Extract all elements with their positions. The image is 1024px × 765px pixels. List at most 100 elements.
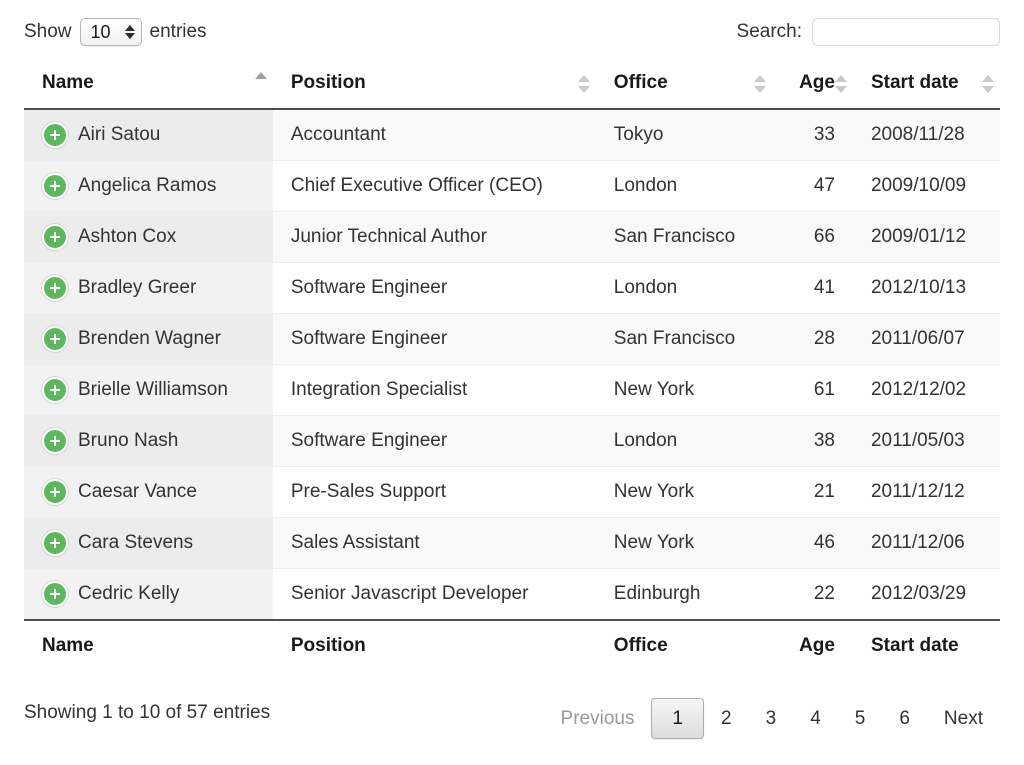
- name-cell-content: Cedric Kelly: [42, 581, 255, 607]
- cell-position: Integration Specialist: [272, 364, 596, 416]
- column-header-position-label: Position: [290, 72, 366, 93]
- table-row[interactable]: Caesar Vance Pre-Sales Support New York 21 2…: [24, 466, 1000, 518]
- plus-circle-icon[interactable]: [42, 173, 68, 199]
- column-header-age[interactable]: Age: [772, 62, 853, 110]
- show-label: Show: [24, 21, 72, 42]
- plus-circle-icon[interactable]: [42, 224, 68, 250]
- cell-name: Cedric Kelly: [24, 568, 273, 621]
- entries-length-control: Show 10 entries: [24, 18, 207, 46]
- column-header-office[interactable]: Office: [595, 62, 773, 110]
- plus-circle-icon[interactable]: [42, 428, 68, 454]
- cell-office: Tokyo: [595, 109, 773, 161]
- cell-age: 61: [772, 364, 853, 416]
- table-row[interactable]: Cedric Kelly Senior Javascript Developer E…: [24, 568, 1000, 621]
- column-header-office-label: Office: [613, 72, 668, 93]
- chevron-down-icon: [124, 33, 135, 39]
- sort-both-icon: [577, 75, 590, 93]
- sort-both-icon: [982, 75, 994, 93]
- cell-position: Junior Technical Author: [272, 211, 596, 263]
- name-cell-content: Bruno Nash: [42, 428, 255, 454]
- plus-circle-icon[interactable]: [42, 275, 68, 301]
- plus-circle-icon[interactable]: [42, 326, 68, 352]
- pagination-next[interactable]: Next: [927, 700, 1000, 737]
- cell-name-text: Airi Satou: [78, 124, 161, 145]
- plus-circle-icon[interactable]: [42, 122, 68, 148]
- plus-circle-icon[interactable]: [42, 479, 68, 505]
- cell-office: London: [595, 160, 773, 212]
- sort-both-icon: [834, 75, 847, 93]
- chevron-up-icon: [124, 25, 135, 31]
- footer-header-position: Position: [290, 635, 366, 656]
- cell-age: 46: [772, 517, 853, 569]
- table-row[interactable]: Airi Satou Accountant Tokyo 33 2008/11/28: [24, 109, 1000, 161]
- cell-name: Angelica Ramos: [24, 160, 273, 212]
- datatable-page: Show 10 entries Search: Name Position Of…: [0, 0, 1024, 765]
- cell-office: New York: [595, 364, 773, 416]
- footer-header-name: Name: [42, 635, 94, 656]
- plus-circle-icon[interactable]: [42, 581, 68, 607]
- column-header-name[interactable]: Name: [24, 62, 273, 110]
- search-label: Search:: [736, 21, 802, 42]
- cell-start: 2009/01/12: [852, 211, 1000, 263]
- table-info: Showing 1 to 10 of 57 entries: [24, 702, 271, 723]
- table-foot: Name Position Office Age Start date: [24, 620, 1000, 667]
- name-cell-content: Ashton Cox: [42, 224, 255, 250]
- cell-office: Edinburgh: [595, 568, 773, 621]
- entries-length-value: 10: [90, 22, 111, 42]
- cell-age: 38: [772, 415, 853, 467]
- cell-start: 2008/11/28: [852, 109, 1000, 161]
- cell-age: 47: [772, 160, 853, 212]
- triangle-up-icon: [982, 75, 994, 82]
- table-row[interactable]: Bradley Greer Software Engineer London 41 20…: [24, 262, 1000, 314]
- column-header-start-date-label: Start date: [870, 72, 959, 93]
- table-row[interactable]: Angelica Ramos Chief Executive Officer (C…: [24, 160, 1000, 212]
- stepper-arrows-icon: [124, 25, 135, 39]
- cell-start: 2009/10/09: [852, 160, 1000, 212]
- cell-name: Airi Satou: [24, 109, 273, 161]
- cell-name-text: Angelica Ramos: [78, 175, 217, 196]
- table-row[interactable]: Ashton Cox Junior Technical Author San Fra…: [24, 211, 1000, 263]
- cell-name: Brenden Wagner: [24, 313, 273, 365]
- table-row[interactable]: Bruno Nash Software Engineer London 38 2011/…: [24, 415, 1000, 467]
- plus-circle-icon[interactable]: [42, 530, 68, 556]
- pagination-page-3[interactable]: 3: [749, 700, 794, 737]
- cell-name-text: Bruno Nash: [78, 430, 179, 451]
- table-head: Name Position Office Age Start date: [24, 62, 1000, 110]
- cell-start: 2012/03/29: [852, 568, 1000, 621]
- cell-name-text: Cedric Kelly: [78, 583, 180, 604]
- column-header-name-label: Name: [42, 72, 94, 93]
- name-cell-content: Brenden Wagner: [42, 326, 255, 352]
- table-body: Airi Satou Accountant Tokyo 33 2008/11/28 Ang…: [24, 109, 1000, 621]
- name-cell-content: Bradley Greer: [42, 275, 255, 301]
- column-header-start-date[interactable]: Start date: [852, 62, 1000, 110]
- triangle-down-icon: [982, 86, 994, 93]
- plus-circle-icon[interactable]: [42, 377, 68, 403]
- search-input[interactable]: [812, 18, 1000, 46]
- cell-office: San Francisco: [595, 313, 773, 365]
- pagination-page-6[interactable]: 6: [882, 700, 927, 737]
- triangle-up-icon: [754, 75, 767, 82]
- table-row[interactable]: Brenden Wagner Software Engineer San Franc…: [24, 313, 1000, 365]
- triangle-down-icon: [834, 86, 847, 93]
- cell-office: New York: [595, 517, 773, 569]
- pagination-page-5[interactable]: 5: [838, 700, 883, 737]
- entries-length-select[interactable]: 10: [79, 18, 142, 46]
- pagination-page-4[interactable]: 4: [793, 700, 838, 737]
- cell-name-text: Brielle Williamson: [78, 379, 228, 400]
- triangle-up-icon: [834, 75, 847, 82]
- cell-office: London: [595, 415, 773, 467]
- pagination-page-1[interactable]: 1: [651, 698, 705, 739]
- cell-start: 2011/05/03: [852, 415, 1000, 467]
- column-header-position[interactable]: Position: [272, 62, 596, 110]
- cell-age: 33: [772, 109, 853, 161]
- cell-position: Chief Executive Officer (CEO): [272, 160, 596, 212]
- pagination-page-2[interactable]: 2: [704, 700, 749, 737]
- cell-start: 2011/06/07: [852, 313, 1000, 365]
- employees-table: Name Position Office Age Start date Airi…: [24, 62, 1000, 667]
- cell-office: London: [595, 262, 773, 314]
- cell-age: 66: [772, 211, 853, 263]
- table-row[interactable]: Cara Stevens Sales Assistant New York 46 201…: [24, 517, 1000, 569]
- table-row[interactable]: Brielle Williamson Integration Specialist…: [24, 364, 1000, 416]
- pagination-previous[interactable]: Previous: [544, 700, 652, 737]
- cell-age: 22: [772, 568, 853, 621]
